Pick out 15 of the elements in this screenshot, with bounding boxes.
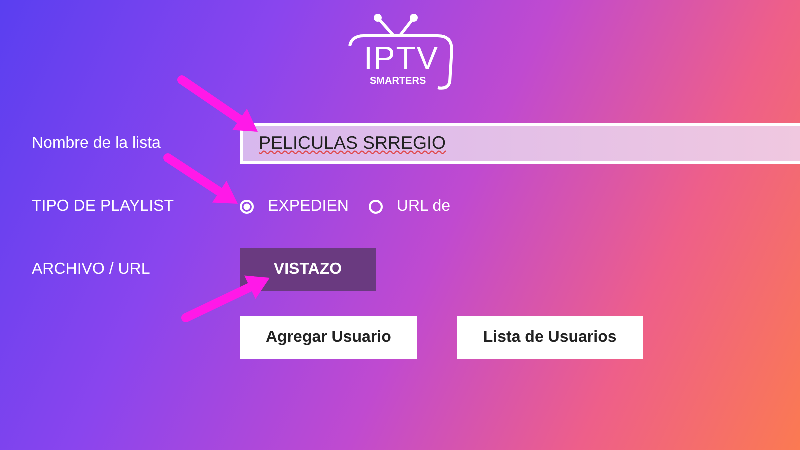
browse-button[interactable]: VISTAZO (240, 248, 376, 291)
list-name-field[interactable]: PELICULAS SRREGIO (240, 123, 800, 164)
logo-subtitle: SMARTERS (370, 76, 426, 87)
radio-label[interactable]: URL de (396, 198, 451, 216)
field-label: Nombre de la lista (32, 134, 162, 152)
field-label: TIPO DE PLAYLIST (32, 198, 175, 216)
radio-button[interactable] (368, 200, 383, 214)
radio-button[interactable] (240, 200, 254, 214)
radio-label[interactable]: EXPEDIEN (268, 198, 349, 216)
logo-title: IPTV (364, 42, 440, 74)
radio-option[interactable]: URL de (368, 198, 451, 216)
radio-option[interactable]: EXPEDIEN (240, 198, 349, 216)
action-button[interactable]: Agregar Usuario (240, 316, 418, 359)
field-label: ARCHIVO / URL (32, 260, 152, 278)
action-button[interactable]: Lista de Usuarios (457, 316, 643, 359)
